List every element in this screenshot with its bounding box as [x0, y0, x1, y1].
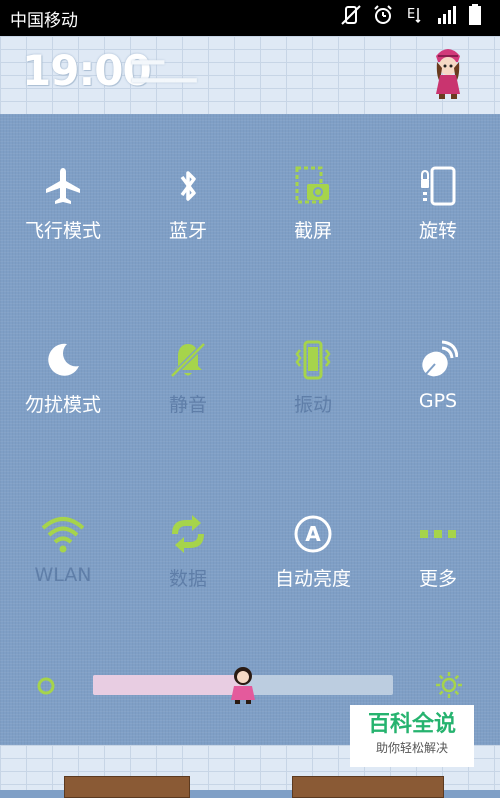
toggle-gps[interactable]: GPS — [383, 340, 493, 440]
status-bar: 中国移动 E — [0, 0, 500, 36]
svg-text:A: A — [305, 522, 321, 546]
toggle-label: 数据 — [168, 568, 207, 590]
toggle-airplane-mode[interactable]: 飞行模式 — [8, 166, 118, 266]
mute-vibrate-icon — [340, 4, 362, 26]
bottom-tab-left[interactable] — [64, 776, 190, 798]
toggle-label: 勿扰模式 — [24, 394, 101, 416]
toggle-label: 蓝牙 — [168, 220, 207, 242]
doll-avatar[interactable] — [428, 42, 468, 100]
toggle-vibrate[interactable]: 振动 — [258, 340, 368, 440]
bell-mute-icon — [170, 342, 206, 378]
gps-icon — [422, 340, 458, 377]
more-icon — [420, 530, 456, 538]
bluetooth-icon — [180, 171, 196, 201]
watermark-badge: 百科全说 助你轻松解决 — [350, 705, 474, 767]
brightness-high-icon — [436, 672, 462, 698]
rotate-icon — [421, 166, 456, 206]
toggle-do-not-disturb[interactable]: 勿扰模式 — [8, 340, 118, 440]
brightness-fill — [93, 675, 243, 695]
watermark-subtitle: 助你轻松解决 — [375, 741, 448, 755]
toggle-label: GPS — [418, 390, 458, 412]
brightness-slider[interactable] — [30, 667, 470, 704]
wifi-icon — [41, 517, 85, 553]
brightness-thumb[interactable] — [228, 664, 258, 704]
toggle-screenshot[interactable]: 截屏 — [258, 166, 368, 266]
toggle-silent[interactable]: 静音 — [133, 340, 243, 440]
toggle-label: 截屏 — [293, 220, 332, 242]
moon-icon — [48, 343, 79, 376]
toggle-label: 静音 — [168, 394, 207, 416]
carrier-name: 中国移动 — [10, 11, 78, 31]
toggle-rotate[interactable]: 旋转 — [383, 166, 493, 266]
signal-icon — [436, 4, 458, 26]
toggle-label: 飞行模式 — [24, 220, 101, 242]
screenshot-icon — [295, 166, 329, 204]
alarm-icon — [372, 4, 394, 26]
toggle-auto-brightness[interactable]: A 自动亮度 — [258, 514, 368, 614]
toggle-label: 旋转 — [418, 220, 457, 242]
toggle-label: 更多 — [418, 568, 457, 590]
toggle-more[interactable]: 更多 — [383, 514, 493, 614]
watermark-title: 百科全说 — [367, 712, 456, 737]
auto-brightness-icon: A — [294, 515, 332, 553]
toggle-bluetooth[interactable]: 蓝牙 — [133, 166, 243, 266]
battery-icon — [468, 4, 490, 26]
data-sync-icon — [172, 515, 204, 553]
toggle-label: WLAN — [34, 564, 92, 586]
toggle-label: 自动亮度 — [274, 568, 351, 590]
brightness-low-icon — [37, 677, 55, 695]
bottom-tab-right[interactable] — [292, 776, 444, 798]
svg-text:E: E — [407, 7, 415, 22]
toggle-label: 振动 — [293, 394, 332, 416]
toggle-wlan[interactable]: WLAN — [8, 514, 118, 614]
status-icons: E — [340, 4, 490, 26]
date-block: ▂▂▂ ▂▂▂▂▂▂ — [132, 49, 197, 83]
vibrate-icon — [295, 340, 331, 380]
data-e-icon: E — [404, 4, 426, 26]
airplane-icon — [46, 168, 80, 204]
toggle-data[interactable]: 数据 — [133, 514, 243, 614]
